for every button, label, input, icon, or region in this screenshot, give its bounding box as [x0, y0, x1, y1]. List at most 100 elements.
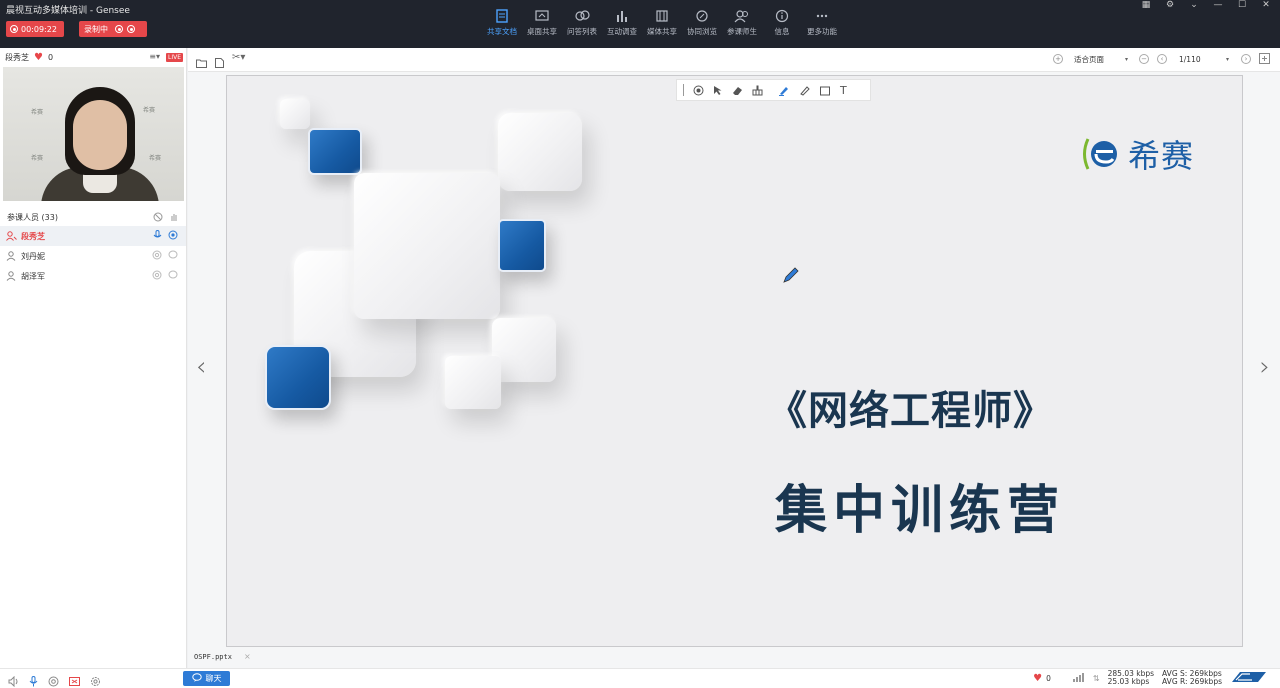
- timer-button[interactable]: 00:09:22: [6, 21, 64, 37]
- desktop-share-icon: [535, 8, 549, 24]
- next-page-icon[interactable]: ›: [1241, 54, 1251, 64]
- zoom-out-icon[interactable]: −: [1139, 54, 1149, 64]
- text-tool-icon[interactable]: T: [840, 85, 847, 96]
- transfer-arrows-icon: ⇅: [1092, 673, 1100, 683]
- gensee-logo-icon: [1230, 670, 1268, 686]
- decor-tile: [354, 173, 500, 319]
- layout-icon[interactable]: ▦: [1140, 0, 1152, 10]
- camera-icon[interactable]: [152, 270, 162, 282]
- rectangle-icon[interactable]: [820, 81, 831, 100]
- tool-qa-list[interactable]: 问答列表: [562, 8, 602, 37]
- tool-label: 协同浏览: [687, 27, 717, 36]
- signal-icon: [1072, 672, 1085, 684]
- stop-icon[interactable]: [127, 25, 135, 33]
- tool-more[interactable]: 更多功能: [802, 8, 842, 37]
- participant-row[interactable]: 刘丹妮: [0, 246, 186, 266]
- highlighter-icon[interactable]: [778, 81, 790, 100]
- fit-screen-icon[interactable]: [1259, 52, 1270, 66]
- file-tab-bar: OSPF.pptx ×: [188, 650, 1280, 668]
- settings-icon[interactable]: [90, 672, 101, 688]
- user-icon: [6, 251, 18, 261]
- tool-share-document[interactable]: 共享文档: [482, 8, 522, 37]
- pause-icon[interactable]: [115, 25, 123, 33]
- cursor-icon[interactable]: [713, 81, 723, 100]
- page-select[interactable]: 1/110 ▾: [1175, 52, 1233, 66]
- top-toolbar: 共享文档 桌面共享 问答列表 互动调查 媒体共享 协同浏览 参课师生 信息 更多…: [482, 8, 842, 37]
- camera-icon[interactable]: [168, 230, 178, 242]
- camera-icon[interactable]: [48, 672, 59, 688]
- wall-logo: 希赛: [149, 155, 162, 162]
- camera-icon[interactable]: [152, 250, 162, 262]
- slide-canvas[interactable]: T 希赛 《网络工程师》 集中训练营: [226, 75, 1243, 647]
- tool-label: 问答列表: [567, 27, 597, 36]
- more-icon: [815, 8, 829, 24]
- prev-slide-arrow-icon[interactable]: ‹: [196, 352, 206, 382]
- dropdown-icon[interactable]: ⌄: [1188, 0, 1200, 10]
- raise-hand-icon[interactable]: [169, 212, 179, 224]
- chat-label: 聊天: [205, 674, 222, 683]
- tool-label: 共享文档: [487, 27, 517, 36]
- pen-icon[interactable]: [799, 81, 811, 100]
- microphone-icon[interactable]: [153, 230, 162, 242]
- recording-button[interactable]: 录制中: [79, 21, 147, 37]
- brand-logo: 希赛: [1080, 131, 1194, 177]
- chat-icon[interactable]: [168, 250, 178, 262]
- file-tab[interactable]: OSPF.pptx: [194, 653, 232, 661]
- presenter-name: 段秀芝: [5, 53, 29, 62]
- wall-logo: 希赛: [31, 109, 44, 116]
- settings-icon[interactable]: ⚙: [1164, 0, 1176, 10]
- logo-mark-icon: [1083, 138, 1117, 170]
- wall-logo: 希赛: [143, 107, 156, 114]
- maximize-icon[interactable]: ☐: [1236, 0, 1248, 10]
- tool-label: 信息: [774, 27, 790, 36]
- recording-label: 录制中: [84, 24, 108, 34]
- laser-pointer-icon[interactable]: [693, 81, 704, 100]
- tool-label: 媒体共享: [647, 27, 677, 36]
- participant-row[interactable]: 段秀芝: [0, 226, 186, 246]
- chat-icon[interactable]: [168, 270, 178, 282]
- chat-bubble-icon: [191, 673, 202, 684]
- drag-handle-icon[interactable]: [683, 84, 684, 96]
- microphone-icon[interactable]: [29, 672, 38, 688]
- decor-tile: [498, 113, 582, 191]
- app-window: 晨视互动多媒体培训 - Gensee 00:09:22 录制中 共享文档 桌面共…: [0, 0, 1280, 688]
- window-title: 晨视互动多媒体培训 - Gensee: [6, 6, 130, 16]
- heart-icon[interactable]: ♥: [1033, 673, 1042, 684]
- decor-tile-blue: [265, 345, 331, 410]
- menu-icon[interactable]: ≡▾: [149, 52, 160, 61]
- presenter-row: 段秀芝 ♥ 0 ≡▾ LIVE: [0, 48, 186, 67]
- prev-page-icon[interactable]: ‹: [1157, 54, 1167, 64]
- tool-media-share[interactable]: 媒体共享: [642, 8, 682, 37]
- eraser-icon[interactable]: [732, 81, 743, 100]
- participants-header: 参课人员 (33): [0, 208, 186, 226]
- participant-row[interactable]: 胡泽军: [0, 266, 186, 286]
- title-bar: 晨视互动多媒体培训 - Gensee 00:09:22 录制中 共享文档 桌面共…: [0, 0, 1280, 48]
- tool-participants[interactable]: 参课师生: [722, 8, 762, 37]
- participants-count: 参课人员 (33): [7, 212, 58, 222]
- tool-label: 互动调查: [607, 27, 637, 36]
- next-slide-arrow-icon[interactable]: ›: [1260, 352, 1270, 382]
- zoom-select[interactable]: 适合页面 ▾: [1071, 52, 1131, 66]
- scissors-icon[interactable]: ✂▾: [232, 53, 245, 72]
- document-icon: [495, 8, 509, 24]
- minimize-icon[interactable]: —: [1212, 0, 1224, 10]
- presenter-user-icon: [6, 231, 18, 241]
- record-video-icon[interactable]: [69, 672, 80, 688]
- close-icon[interactable]: ✕: [1260, 0, 1272, 10]
- tool-desktop-share[interactable]: 桌面共享: [522, 8, 562, 37]
- mute-all-icon[interactable]: [153, 212, 163, 224]
- heart-icon[interactable]: ♥: [34, 52, 43, 63]
- zoom-in-icon[interactable]: +: [1053, 54, 1063, 64]
- tool-co-browse[interactable]: 协同浏览: [682, 8, 722, 37]
- file-icon[interactable]: [215, 53, 224, 72]
- speaker-icon[interactable]: [8, 672, 19, 688]
- clear-brush-icon[interactable]: [752, 81, 763, 100]
- close-tab-icon[interactable]: ×: [244, 652, 251, 661]
- window-controls: ▦ ⚙ ⌄ — ☐ ✕: [1140, 0, 1272, 10]
- open-folder-icon[interactable]: [196, 53, 207, 72]
- tool-info[interactable]: 信息: [762, 8, 802, 37]
- left-panel: 段秀芝 ♥ 0 ≡▾ LIVE 希赛 希赛 希赛 希赛 参课人员 (33) 段秀…: [0, 48, 187, 668]
- tool-survey[interactable]: 互动调查: [602, 8, 642, 37]
- participant-name: 刘丹妮: [21, 251, 45, 261]
- chat-button[interactable]: 聊天: [183, 671, 230, 686]
